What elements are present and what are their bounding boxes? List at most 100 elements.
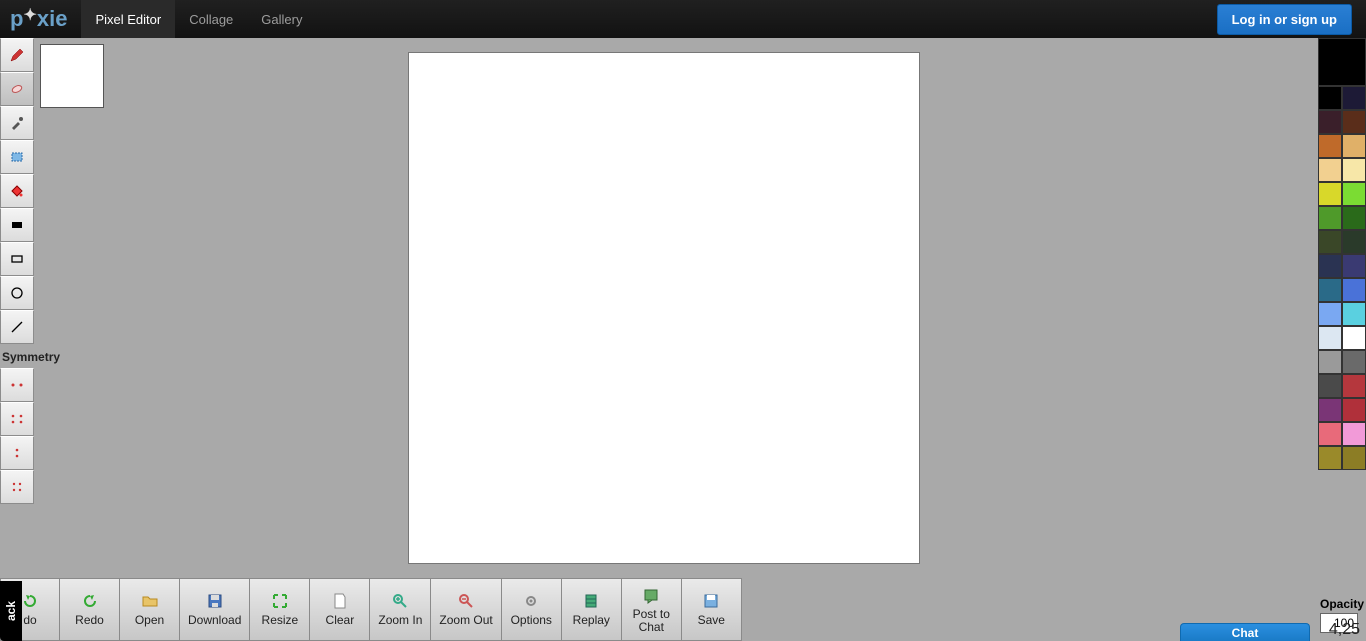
swatch[interactable] xyxy=(1342,374,1366,398)
swatch[interactable] xyxy=(1318,110,1342,134)
swatch[interactable] xyxy=(1342,182,1366,206)
resize-label: Resize xyxy=(262,614,299,627)
sparkle-icon: ✦ xyxy=(23,5,36,25)
clear-label: Clear xyxy=(326,614,355,627)
folder-icon xyxy=(141,592,159,610)
bucket-icon xyxy=(9,183,25,199)
open-button[interactable]: Open xyxy=(120,578,180,641)
swatch[interactable] xyxy=(1318,446,1342,470)
swatch[interactable] xyxy=(1318,278,1342,302)
post-icon xyxy=(642,586,660,604)
tool-rect-outline[interactable] xyxy=(0,242,34,276)
tool-marquee[interactable] xyxy=(0,140,34,174)
tool-eraser[interactable] xyxy=(0,72,34,106)
film-icon xyxy=(582,592,600,610)
opacity-label: Opacity xyxy=(1318,593,1366,613)
feedback-tab[interactable]: ack xyxy=(0,581,22,641)
swatch[interactable] xyxy=(1318,86,1342,110)
save-icon-wrap xyxy=(702,592,720,610)
zoomin-button[interactable]: Zoom In xyxy=(370,578,431,641)
tool-sym-quad[interactable] xyxy=(0,470,34,504)
swatch[interactable] xyxy=(1342,230,1366,254)
tool-bucket[interactable] xyxy=(0,174,34,208)
swatch[interactable] xyxy=(1342,422,1366,446)
save-label: Save xyxy=(698,614,725,627)
sym-single-icon xyxy=(9,445,25,461)
options-button[interactable]: Options xyxy=(502,578,562,641)
tool-sym-single[interactable] xyxy=(0,436,34,470)
redo-button[interactable]: Redo xyxy=(60,578,120,641)
swatch[interactable] xyxy=(1342,254,1366,278)
logo[interactable]: p ✦ xie xyxy=(0,6,81,32)
tool-sym-horizontal[interactable] xyxy=(0,368,34,402)
swatch[interactable] xyxy=(1342,158,1366,182)
current-color[interactable] xyxy=(1318,38,1366,86)
tool-line[interactable] xyxy=(0,310,34,344)
nav-tab-pixel-editor[interactable]: Pixel Editor xyxy=(81,0,175,38)
download-button[interactable]: Download xyxy=(180,578,250,641)
replay-label: Replay xyxy=(573,614,610,627)
swatch[interactable] xyxy=(1318,182,1342,206)
zoomin-icon-wrap xyxy=(391,592,409,610)
swatch[interactable] xyxy=(1318,158,1342,182)
login-button[interactable]: Log in or sign up xyxy=(1217,4,1352,35)
zoomout-label: Zoom Out xyxy=(439,614,492,627)
swatch[interactable] xyxy=(1318,302,1342,326)
swatch[interactable] xyxy=(1342,350,1366,374)
swatch[interactable] xyxy=(1342,110,1366,134)
drawing-canvas[interactable] xyxy=(408,52,920,564)
swatch[interactable] xyxy=(1318,326,1342,350)
swatch[interactable] xyxy=(1318,254,1342,278)
swatch[interactable] xyxy=(1342,446,1366,470)
nav-tab-collage[interactable]: Collage xyxy=(175,0,247,38)
left-toolbar: Symmetry xyxy=(0,38,34,504)
page-icon xyxy=(331,592,349,610)
tool-sym-vertical[interactable] xyxy=(0,402,34,436)
swatch[interactable] xyxy=(1318,230,1342,254)
swatch[interactable] xyxy=(1318,374,1342,398)
post-label2: Chat xyxy=(639,621,664,634)
swatch[interactable] xyxy=(1342,134,1366,158)
download-icon-wrap xyxy=(206,592,224,610)
disk-icon xyxy=(206,592,224,610)
clear-icon-wrap xyxy=(331,592,349,610)
sym-quad-icon xyxy=(9,479,25,495)
clear-button[interactable]: Clear xyxy=(310,578,370,641)
swatch[interactable] xyxy=(1318,398,1342,422)
sym-vertical-icon xyxy=(9,411,25,427)
save-button[interactable]: Save xyxy=(682,578,742,641)
swatch[interactable] xyxy=(1342,206,1366,230)
replay-button[interactable]: Replay xyxy=(562,578,622,641)
undo-icon-wrap xyxy=(21,592,39,610)
post-label: Post to xyxy=(633,608,670,621)
swatch[interactable] xyxy=(1318,134,1342,158)
action-bar: do Redo Open Download Resize Clear Zoom In Zoom… xyxy=(0,578,742,641)
resize-button[interactable]: Resize xyxy=(250,578,310,641)
chat-toggle[interactable]: Chat xyxy=(1180,623,1310,641)
right-palette: Opacity xyxy=(1318,38,1366,641)
resize-icon xyxy=(271,592,289,610)
layer-thumbnail[interactable] xyxy=(40,44,104,108)
options-label: Options xyxy=(511,614,552,627)
post-button[interactable]: Post toChat xyxy=(622,578,682,641)
swatch[interactable] xyxy=(1342,278,1366,302)
swatch[interactable] xyxy=(1342,302,1366,326)
tool-eyedropper[interactable] xyxy=(0,106,34,140)
tool-fill-rect[interactable] xyxy=(0,208,34,242)
swatch[interactable] xyxy=(1342,326,1366,350)
post-icon-wrap xyxy=(642,586,660,604)
undo-label: do xyxy=(23,614,36,627)
open-label: Open xyxy=(135,614,164,627)
line-icon xyxy=(9,319,25,335)
options-icon-wrap xyxy=(522,592,540,610)
undo-icon xyxy=(21,592,39,610)
swatch[interactable] xyxy=(1318,422,1342,446)
tool-pencil[interactable] xyxy=(0,38,34,72)
swatch[interactable] xyxy=(1342,398,1366,422)
zoomout-button[interactable]: Zoom Out xyxy=(431,578,501,641)
swatch[interactable] xyxy=(1342,86,1366,110)
swatch[interactable] xyxy=(1318,350,1342,374)
swatch[interactable] xyxy=(1318,206,1342,230)
nav-tab-gallery[interactable]: Gallery xyxy=(247,0,316,38)
tool-circle-outline[interactable] xyxy=(0,276,34,310)
